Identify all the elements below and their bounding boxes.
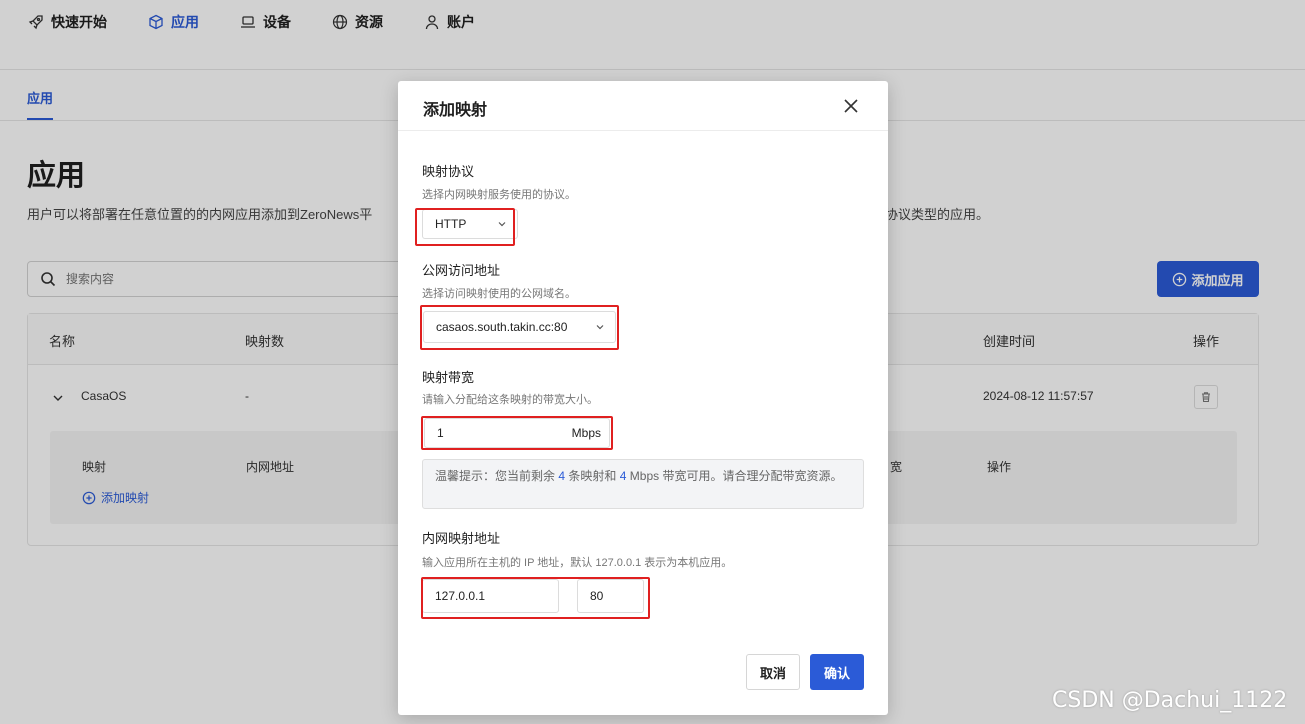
domain-label: 公网访问地址 <box>422 263 501 278</box>
confirm-button[interactable]: 确认 <box>810 654 864 690</box>
tip-suffix: Mbps 带宽可用。请合理分配带宽资源。 <box>629 469 843 483</box>
highlight-box <box>415 208 515 246</box>
cancel-button[interactable]: 取消 <box>746 654 800 690</box>
highlight-box <box>421 416 613 450</box>
tip-bandwidth: 4 <box>619 469 627 483</box>
internal-label: 内网映射地址 <box>422 531 501 546</box>
bandwidth-hint: 请输入分配给这条映射的带宽大小。 <box>422 394 598 406</box>
tip-middle: 条映射和 <box>568 469 617 483</box>
domain-hint: 选择访问映射使用的公网域名。 <box>422 288 576 300</box>
highlight-box <box>420 305 619 350</box>
highlight-box <box>421 577 650 619</box>
watermark: CSDN @Dachui_1122 <box>1052 688 1288 713</box>
add-mapping-dialog: 添加映射 映射协议 选择内网映射服务使用的协议。 HTTP 公网访问地址 选择访… <box>398 81 888 715</box>
bandwidth-label: 映射带宽 <box>422 370 475 385</box>
dialog-title: 添加映射 <box>423 102 488 119</box>
bandwidth-tip: 温馨提示：您当前剩余 4 条映射和 4 Mbps 带宽可用。请合理分配带宽资源。 <box>422 459 864 509</box>
close-icon[interactable] <box>842 97 860 115</box>
tip-prefix: 温馨提示：您当前剩余 <box>435 469 556 483</box>
internal-hint: 输入应用所在主机的 IP 地址，默认 127.0.0.1 表示为本机应用。 <box>422 557 733 569</box>
dialog-header: 添加映射 <box>398 81 888 131</box>
tip-mappings: 4 <box>558 469 566 483</box>
protocol-label: 映射协议 <box>422 164 475 179</box>
protocol-hint: 选择内网映射服务使用的协议。 <box>422 189 576 201</box>
